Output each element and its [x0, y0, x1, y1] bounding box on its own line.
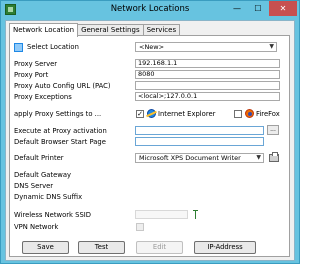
firefox-icon: [245, 109, 254, 118]
proxy-pac-input[interactable]: [135, 81, 280, 90]
proxy-exceptions-label: Proxy Exceptions: [14, 93, 72, 101]
title-bar[interactable]: Network Locations — ☐ ✕: [1, 1, 299, 19]
browse-button[interactable]: ...: [267, 125, 279, 135]
default-gateway-label: Default Gateway: [14, 171, 72, 179]
internet-explorer-icon: [147, 109, 156, 118]
printer-select[interactable]: Microsoft XPS Document Writer ▼: [135, 153, 264, 163]
apply-proxy-label: apply Proxy Settings to ...: [14, 110, 102, 118]
client-area: Network Location General Settings Servic…: [5, 20, 295, 261]
printer-select-value: Microsoft XPS Document Writer: [139, 154, 241, 162]
test-button[interactable]: Test: [78, 241, 125, 254]
firefox-checkbox[interactable]: [234, 110, 242, 118]
close-button[interactable]: ✕: [269, 1, 297, 16]
vpn-network-label: VPN Network: [14, 223, 59, 231]
proxy-server-input[interactable]: 192.168.1.1: [135, 59, 280, 68]
select-location-label: Select Location: [27, 43, 79, 51]
edit-button[interactable]: Edit: [136, 241, 183, 254]
dns-server-label: DNS Server: [14, 182, 54, 190]
network-location-icon: [14, 43, 23, 52]
chevron-down-icon: ▼: [269, 43, 274, 50]
proxy-pac-label: Proxy Auto Config URL (PAC): [14, 82, 111, 90]
internet-explorer-label: Internet Explorer: [158, 110, 216, 118]
chevron-down-icon: ▼: [256, 154, 261, 161]
location-select[interactable]: <New> ▼: [135, 42, 277, 52]
internet-explorer-checkbox[interactable]: ✓: [136, 110, 144, 118]
network-location-panel: Select Location <New> ▼ Proxy Server 192…: [9, 35, 290, 257]
proxy-port-input[interactable]: 8080: [135, 70, 280, 79]
location-select-value: <New>: [139, 43, 165, 51]
printer-icon[interactable]: [269, 152, 279, 162]
tab-network-location[interactable]: Network Location: [9, 23, 79, 37]
vpn-network-checkbox[interactable]: [136, 223, 144, 231]
app-window: Network Locations — ☐ ✕ Network Location…: [0, 0, 300, 264]
execute-activation-input[interactable]: [135, 126, 264, 135]
execute-activation-label: Execute at Proxy activation: [14, 127, 107, 135]
wireless-ssid-label: Wireless Network SSID: [14, 211, 92, 219]
default-printer-label: Default Printer: [14, 154, 64, 162]
wireless-signal-icon: [193, 210, 199, 219]
save-button[interactable]: Save: [22, 241, 69, 254]
proxy-exceptions-input[interactable]: <local>;127.0.0.1: [135, 92, 280, 101]
firefox-label: FireFox: [256, 110, 280, 118]
wireless-ssid-field: [135, 210, 188, 219]
start-page-input[interactable]: [135, 137, 264, 146]
proxy-port-label: Proxy Port: [14, 71, 49, 79]
maximize-button[interactable]: ☐: [248, 1, 268, 16]
dns-suffix-label: Dynamic DNS Suffix: [14, 193, 83, 201]
start-page-label: Default Browser Start Page: [14, 138, 106, 146]
proxy-server-label: Proxy Server: [14, 60, 58, 68]
minimize-button[interactable]: —: [227, 1, 247, 16]
ip-address-button[interactable]: IP-Address: [194, 241, 256, 254]
